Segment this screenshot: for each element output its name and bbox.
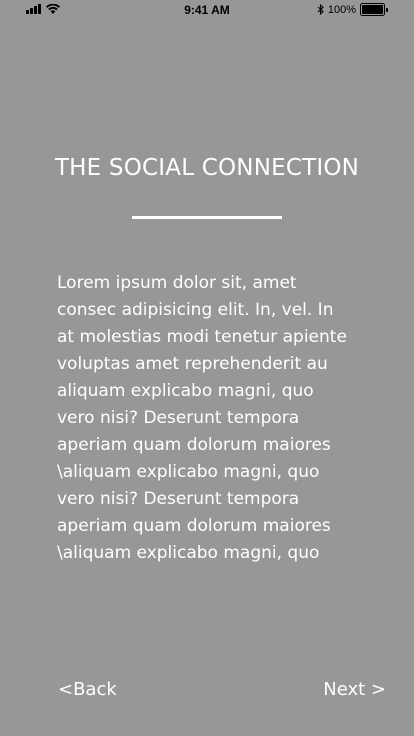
page-title: THE SOCIAL CONNECTION [54,155,360,181]
battery-icon [360,3,388,16]
battery-percent: 100% [327,3,356,16]
back-button[interactable]: <Back [58,679,117,700]
body-text: Lorem ipsum dolor sit, amet consec adipi… [57,273,347,563]
bluetooth-icon [317,4,324,15]
next-button[interactable]: Next > [323,679,386,700]
title-divider [132,216,282,219]
status-right: 100% [317,3,388,16]
status-bar: 9:41 AM 100% [0,0,414,20]
